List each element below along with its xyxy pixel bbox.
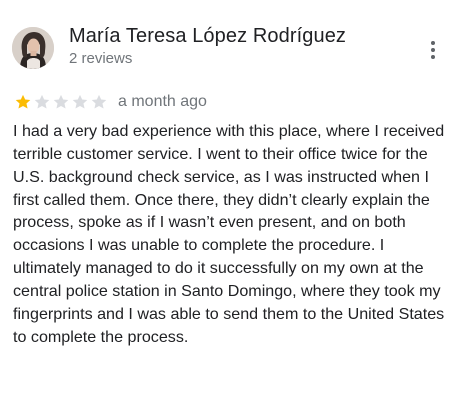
review-text: I had a very bad experience with this pl… [13, 122, 445, 346]
star-empty-icon [33, 93, 51, 111]
star-empty-icon [71, 93, 89, 111]
dot [431, 55, 435, 59]
star-rating [14, 93, 109, 111]
star-filled-icon [14, 93, 32, 111]
profile-photo-icon [12, 27, 54, 69]
reviewer-review-count: 2 reviews [69, 50, 133, 67]
reviewer-name[interactable]: María Teresa López Rodríguez [69, 24, 346, 48]
review-card: María Teresa López Rodríguez 2 reviews a… [0, 0, 453, 418]
dot [431, 48, 435, 52]
star-empty-icon [90, 93, 108, 111]
review-date: a month ago [118, 93, 207, 110]
dot [431, 41, 435, 45]
reviewer-info: María Teresa López Rodríguez 2 reviews [69, 24, 346, 69]
star-empty-icon [52, 93, 70, 111]
avatar[interactable] [12, 27, 54, 69]
rating-row: a month ago [14, 92, 207, 112]
more-options-icon[interactable] [427, 38, 439, 62]
reviewer-header: María Teresa López Rodríguez 2 reviews [12, 24, 346, 69]
